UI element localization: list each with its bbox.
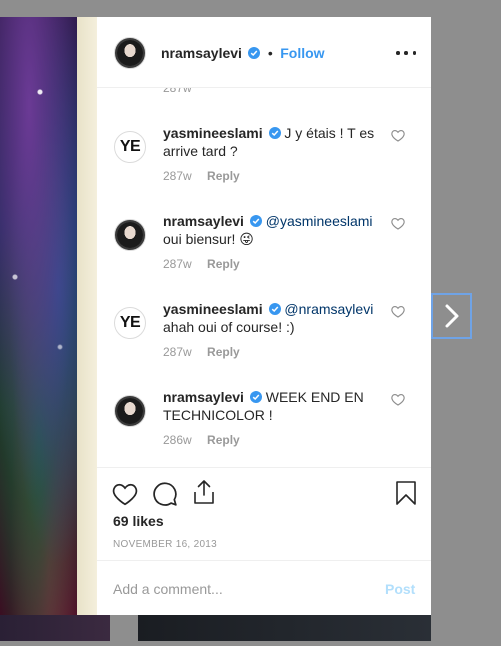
comment-text: nramsaylevi @yasmineeslami oui biensur! … [163,212,383,248]
background-thumbnail-left [0,615,110,641]
commenter-avatar[interactable]: YE [114,307,146,339]
background-frame [77,17,97,615]
post-date[interactable]: NOVEMBER 16, 2013 [113,539,217,550]
like-comment-heart-icon[interactable] [391,129,405,142]
comment-time: 287w [163,345,192,359]
comment-item: YE yasmineeslami J y étais ! T es arrive… [97,121,431,197]
comment-text: yasmineeslami J y étais ! T es arrive ta… [163,124,383,160]
likes-count[interactable]: 69 likes [113,513,164,529]
heart-icon[interactable] [112,482,138,506]
author-line: nramsaylevi • Follow [161,45,325,63]
follow-button[interactable]: Follow [280,45,324,61]
comment-bubble-icon[interactable] [152,481,178,507]
comment-mention[interactable]: @yasmineeslami [266,213,373,229]
post-comment-button[interactable]: Post [385,581,415,597]
verified-badge-icon [268,127,281,139]
add-comment-bar: Post [97,560,431,615]
comment-username[interactable]: yasmineeslami [163,125,263,141]
comment-body: oui biensur! 😜 [163,231,254,247]
comment-meta: 287w Reply [163,169,240,183]
comment-username[interactable]: nramsaylevi [163,213,244,229]
comment-username[interactable]: yasmineeslami [163,301,263,317]
verified-badge-icon [248,47,261,59]
partial-comment-time: 287w [163,88,192,95]
post-detail-panel: nramsaylevi • Follow 287w YE yasmineesla… [97,17,431,615]
like-comment-heart-icon[interactable] [391,217,405,230]
like-comment-heart-icon[interactable] [391,305,405,318]
background-thumbnail-right [138,615,431,641]
comment-time: 287w [163,169,192,183]
comment-time: 287w [163,257,192,271]
share-icon[interactable] [192,479,216,505]
avatar-initials: YE [119,314,141,331]
commenter-avatar[interactable] [114,395,146,427]
comment-meta: 287w Reply [163,257,240,271]
comment-meta: 287w Reply [163,345,240,359]
reply-button[interactable]: Reply [207,433,240,447]
reply-button[interactable]: Reply [207,257,240,271]
comment-username[interactable]: nramsaylevi [163,389,244,405]
post-action-bar [97,467,431,516]
next-post-button[interactable] [431,293,472,339]
verified-badge-icon [268,303,281,315]
post-header: nramsaylevi • Follow [97,17,431,88]
author-avatar[interactable] [114,37,146,69]
comment-text: yasmineeslami @nramsaylevi ahah oui of c… [163,300,383,336]
commenter-avatar[interactable] [114,219,146,251]
comment-body: ahah oui of course! :) [163,319,295,335]
chevron-right-icon [445,304,458,328]
comment-item: nramsaylevi @yasmineeslami oui biensur! … [97,209,431,285]
comment-meta: 286w Reply [163,433,240,447]
comment-text: nramsaylevi WEEK END EN TECHNICOLOR ! [163,388,383,424]
bookmark-icon[interactable] [395,480,417,506]
comment-item: nramsaylevi WEEK END EN TECHNICOLOR ! 28… [97,385,431,461]
author-username[interactable]: nramsaylevi [161,45,242,61]
comment-mention[interactable]: @nramsaylevi [284,301,373,317]
reply-button[interactable]: Reply [207,345,240,359]
comments-list[interactable]: 287w YE yasmineeslami J y étais ! T es a… [97,88,431,467]
separator-dot: • [267,45,273,61]
reply-button[interactable]: Reply [207,169,240,183]
commenter-avatar[interactable]: YE [114,131,146,163]
like-comment-heart-icon[interactable] [391,393,405,406]
comment-time: 286w [163,433,192,447]
verified-badge-icon [249,391,262,403]
comment-item: YE yasmineeslami @nramsaylevi ahah oui o… [97,297,431,373]
avatar-initials: YE [119,138,141,155]
more-options-icon[interactable] [396,45,416,61]
comment-input[interactable] [113,579,363,599]
verified-badge-icon [249,215,262,227]
